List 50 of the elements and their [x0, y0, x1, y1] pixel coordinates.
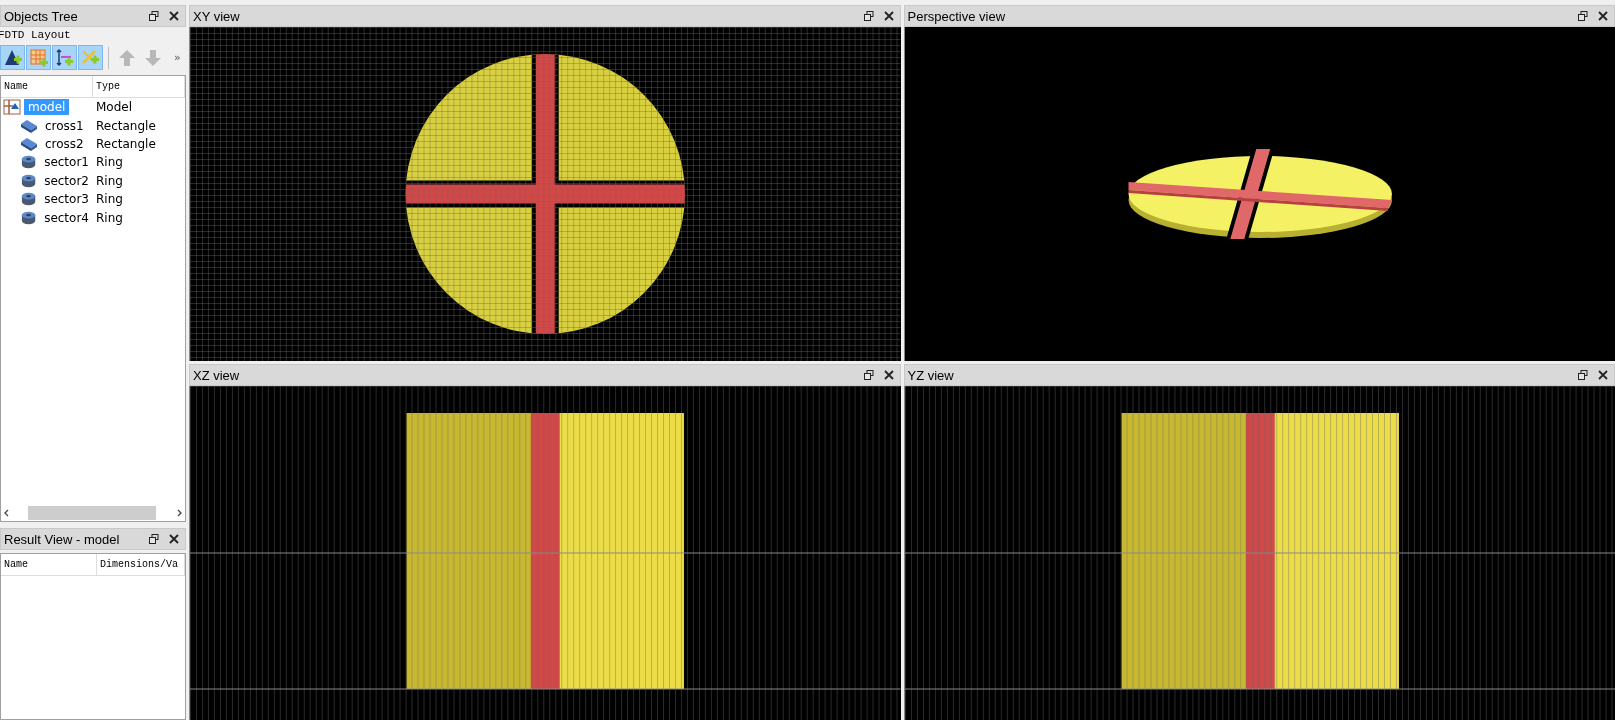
toolbar-button[interactable] [0, 45, 25, 70]
item-type: Rectangle [95, 118, 157, 133]
arrow-up-icon [117, 47, 136, 68]
close-icon[interactable] [1598, 11, 1608, 21]
tree-item[interactable]: sector4 [40, 209, 93, 226]
float-icon[interactable] [149, 11, 159, 21]
panel-title: Objects Tree [4, 8, 79, 24]
block-icon [20, 135, 38, 152]
view-title: Perspective view [907, 8, 1007, 24]
view-title: YZ view [907, 367, 955, 383]
close-icon[interactable] [883, 11, 894, 21]
float-icon[interactable] [149, 534, 159, 544]
arrows-plus-icon [54, 47, 75, 68]
tree-item[interactable]: sector1 [40, 154, 93, 171]
toolbar-button[interactable] [52, 45, 77, 70]
close-icon[interactable] [169, 534, 179, 544]
model-icon [3, 99, 21, 116]
close-icon[interactable] [169, 11, 179, 21]
close-icon[interactable] [1598, 370, 1608, 380]
cylinder-icon [20, 191, 38, 208]
panel-title: Result View - model [4, 531, 121, 547]
arrow-down-icon [143, 47, 162, 68]
grid-plus-icon [28, 47, 49, 68]
tree-item[interactable]: sector2 [40, 172, 93, 189]
float-icon[interactable] [1578, 370, 1588, 380]
item-type: Ring [95, 173, 124, 188]
item-type: Model [95, 100, 134, 115]
item-type: Rectangle [95, 136, 157, 151]
cylinder-icon [20, 209, 38, 226]
column-header[interactable]: Name [1, 76, 93, 97]
tree-item[interactable]: cross2 [41, 135, 88, 152]
column-header[interactable]: Type [93, 76, 185, 97]
overflow-chevron[interactable]: » [174, 51, 181, 64]
block-icon [20, 117, 38, 134]
float-icon[interactable] [863, 11, 874, 21]
float-icon[interactable] [863, 370, 874, 380]
item-type: Ring [95, 192, 124, 207]
float-icon[interactable] [1578, 11, 1588, 21]
column-header[interactable]: Dimensions/Va [97, 554, 185, 575]
cylinder-icon [20, 154, 38, 171]
cylinder-icon [20, 172, 38, 189]
item-type: Ring [95, 210, 124, 225]
tree-item[interactable]: sector3 [40, 191, 93, 208]
tree-item[interactable]: cross1 [41, 117, 88, 134]
close-icon[interactable] [883, 370, 894, 380]
view-title: XZ view [193, 367, 241, 383]
view-title: XY view [193, 8, 241, 24]
scrollbar-thumb[interactable] [28, 506, 156, 520]
column-header[interactable]: Name [1, 554, 97, 575]
item-type: Ring [95, 155, 124, 170]
